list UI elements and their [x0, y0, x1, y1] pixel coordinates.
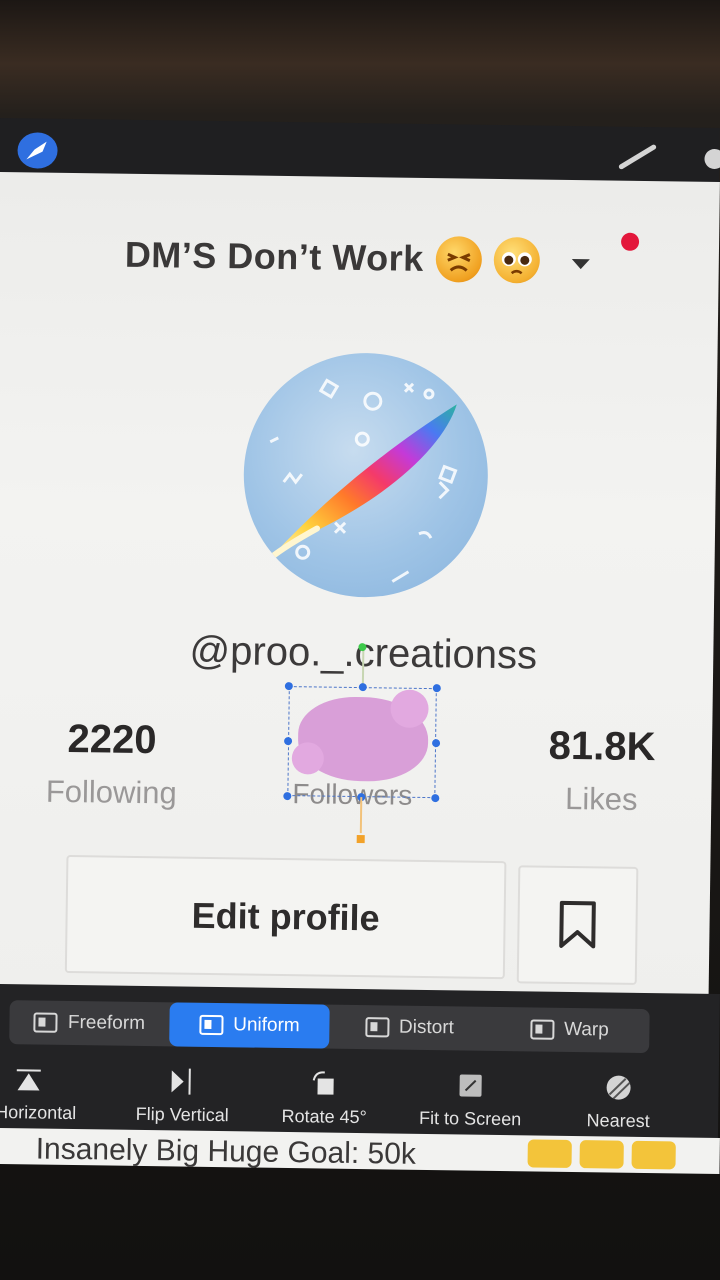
following-stat[interactable]: 2220 Following: [31, 717, 192, 812]
fit-to-screen-button[interactable]: Fit to Screen: [400, 1070, 541, 1131]
flip-vertical-icon: [171, 1068, 191, 1095]
rotate-45-button[interactable]: Rotate 45°: [254, 1068, 395, 1129]
emoji-icon: [631, 1140, 676, 1170]
notification-dot: [620, 232, 640, 251]
rotation-guide-line: [361, 647, 364, 688]
transform-handle-top-right[interactable]: [432, 684, 441, 693]
following-label: Following: [45, 773, 178, 811]
emoji-icon: [527, 1139, 572, 1168]
mode-distort[interactable]: Distort: [329, 1005, 490, 1051]
transform-handle-top-center[interactable]: [358, 683, 367, 692]
edit-profile-button[interactable]: Edit profile: [64, 854, 507, 980]
bookmark-button[interactable]: [516, 865, 639, 985]
mode-label: Distort: [398, 1016, 455, 1039]
flip-horizontal-icon: [16, 1069, 41, 1091]
smudge-icon[interactable]: [699, 144, 720, 174]
dropdown-icon[interactable]: [571, 258, 590, 270]
action-label: Rotate 45°: [281, 1105, 367, 1128]
warp-icon: [529, 1019, 555, 1040]
mode-label: Warp: [563, 1018, 609, 1041]
fit-screen-icon: [459, 1074, 482, 1097]
profile-title: DM’S Don’t Work: [124, 233, 424, 279]
goal-emojis: [527, 1139, 676, 1170]
nearest-icon: [606, 1075, 631, 1100]
transform-mode-selector: Freeform Uniform Distort Warp: [9, 1000, 650, 1054]
emoji-icon: [579, 1140, 624, 1169]
transform-handle-middle-left[interactable]: [284, 737, 293, 746]
rotation-handle[interactable]: [358, 643, 367, 652]
distort-icon: [364, 1017, 390, 1038]
mode-label: Freeform: [67, 1011, 146, 1035]
following-count: 2220: [67, 717, 157, 763]
brush-icon[interactable]: [615, 143, 659, 172]
procreate-logo-icon: [267, 378, 458, 583]
transform-handle-middle-right[interactable]: [432, 739, 441, 748]
transform-handle-bottom-right[interactable]: [431, 794, 440, 803]
flip-vertical-button[interactable]: Flip Vertical: [112, 1066, 253, 1127]
mode-uniform[interactable]: Uniform: [169, 1002, 330, 1049]
anchor-handle[interactable]: [356, 835, 365, 844]
transform-handle-bottom-left[interactable]: [283, 792, 292, 801]
freeform-icon: [33, 1012, 59, 1033]
mode-freeform[interactable]: Freeform: [9, 1000, 170, 1046]
action-label: p Horizontal: [0, 1101, 77, 1124]
anchor-guide-line: [359, 797, 362, 834]
profile-title-row: DM’S Don’t Work: [125, 232, 590, 284]
action-label: Flip Vertical: [135, 1103, 229, 1126]
mode-warp[interactable]: Warp: [489, 1007, 650, 1053]
avatar: [242, 351, 490, 599]
mode-label: Uniform: [233, 1014, 300, 1037]
action-label: Fit to Screen: [419, 1107, 522, 1130]
tired-face-emoji-icon: [435, 236, 482, 283]
likes-stat[interactable]: 81.8K Likes: [521, 723, 682, 818]
drawing-canvas[interactable]: DM’S Don’t Work @proo._.creationss 2220 …: [0, 172, 720, 1012]
interpolation-nearest-button[interactable]: Nearest: [548, 1072, 689, 1133]
uniform-icon: [199, 1014, 224, 1036]
goal-text: Insanely Big Huge Goal: 50k: [35, 1132, 417, 1171]
likes-count: 81.8K: [548, 723, 656, 770]
procreate-icon[interactable]: [17, 132, 58, 169]
bookmark-icon: [559, 900, 596, 949]
rotate-icon: [312, 1071, 334, 1095]
pleading-face-emoji-icon: [493, 236, 540, 284]
flip-horizontal-button[interactable]: p Horizontal: [0, 1063, 99, 1124]
procreate-screen: DM’S Don’t Work @proo._.creationss 2220 …: [0, 0, 720, 1280]
username: @proo._.creationss: [189, 628, 538, 678]
likes-label: Likes: [564, 780, 638, 817]
action-label: Nearest: [586, 1110, 650, 1132]
transform-selection-box[interactable]: [287, 686, 437, 799]
